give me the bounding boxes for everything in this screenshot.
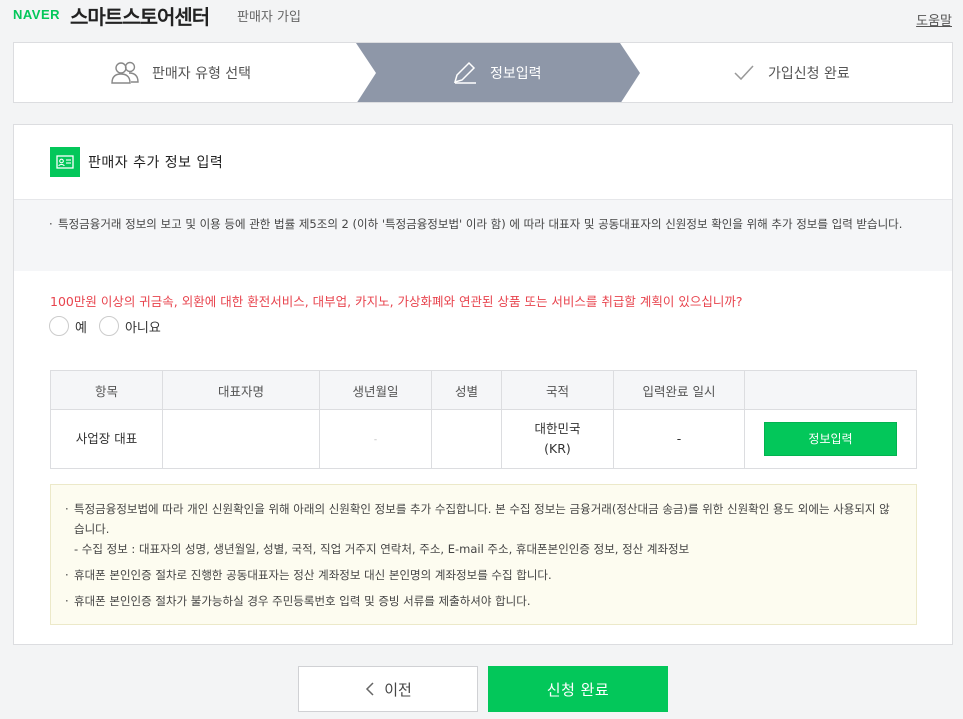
step-info-input: 정보입력 [452, 43, 542, 102]
column-header: 입력완료 일시 [613, 370, 745, 410]
pencil-icon [453, 61, 476, 84]
nationality-name: 대한민국 [534, 421, 581, 436]
brand-title[interactable]: 스마트스토어센터 [70, 1, 210, 30]
risk-question: 100만원 이상의 귀금속, 외환에 대한 환전서비스, 대부업, 카지노, 가… [50, 294, 743, 309]
cell-nationality: 대한민국 (KR) [501, 409, 614, 469]
notice-item: · 휴대폰 본인인증 절차로 진행한 공동대표자는 정산 계좌정보 대신 본인명… [65, 565, 900, 585]
column-header [744, 370, 917, 410]
cell-action: 정보입력 [744, 409, 917, 469]
id-card-icon [50, 147, 80, 177]
radio-circle[interactable] [49, 316, 69, 336]
step-seller-type: 판매자 유형 선택 [110, 43, 251, 102]
help-link[interactable]: 도움말 [916, 10, 952, 29]
cell-item: 사업장 대표 [50, 409, 163, 469]
additional-info-card: 판매자 추가 정보 입력 · 특정금융거래 정보의 보고 및 이용 등에 관한 … [13, 124, 953, 645]
notice-item: · 휴대폰 본인인증 절차가 불가능하실 경우 주민등록번호 입력 및 증빙 서… [65, 591, 900, 611]
naver-logo[interactable]: NAVER [13, 7, 60, 22]
column-header: 항목 [50, 370, 163, 410]
cell-birth: - [319, 409, 432, 469]
prev-label: 이전 [384, 680, 412, 699]
step-label: 판매자 유형 선택 [152, 65, 252, 82]
section-title: 판매자 추가 정보 입력 [88, 155, 224, 171]
legal-notice: · 특정금융거래 정보의 보고 및 이용 등에 관한 법률 제5조의 2 (이하… [14, 199, 952, 271]
table-header-row: 항목 대표자명 생년월일 성별 국적 입력완료 일시 [50, 370, 917, 410]
prev-button[interactable]: 이전 [298, 666, 478, 712]
representative-table: 항목 대표자명 생년월일 성별 국적 입력완료 일시 사업장 대표 - 대한민국… [50, 370, 917, 469]
legal-notice-text: 특정금융거래 정보의 보고 및 이용 등에 관한 법률 제5조의 2 (이하 '… [58, 217, 903, 231]
collection-notice-box: · 특정금융정보법에 따라 개인 신원확인을 위해 아래의 신원확인 정보를 추… [50, 484, 917, 625]
radio-circle[interactable] [98, 316, 119, 336]
header: NAVER 스마트스토어센터 판매자 가입 도움말 [0, 0, 963, 40]
section-header: 판매자 추가 정보 입력 [50, 147, 223, 177]
step-complete: 가입신청 완료 [732, 43, 850, 102]
cell-gender [431, 409, 502, 469]
users-icon [111, 61, 139, 84]
submit-label: 신청 완료 [546, 680, 610, 699]
notice-subtext: - 수집 정보 : 대표자의 성명, 생년월일, 성별, 국적, 직업 거주지 … [74, 542, 690, 556]
notice-text: 휴대폰 본인인증 절차가 불가능하실 경우 주민등록번호 입력 및 증빙 서류를… [74, 594, 531, 608]
chevron-left-icon [366, 682, 374, 696]
radio-yes[interactable]: 예 [49, 316, 87, 336]
radio-label: 예 [75, 320, 87, 336]
column-header: 대표자명 [162, 370, 320, 410]
notice-item: · 특정금융정보법에 따라 개인 신원확인을 위해 아래의 신원확인 정보를 추… [65, 499, 900, 559]
cell-name [162, 409, 320, 469]
submit-button[interactable]: 신청 완료 [488, 666, 668, 712]
notice-text: 휴대폰 본인인증 절차로 진행한 공동대표자는 정산 계좌정보 대신 본인명의 … [74, 568, 552, 582]
step-label: 정보입력 [490, 65, 542, 82]
table-row: 사업장 대표 - 대한민국 (KR) - 정보입력 [50, 409, 917, 469]
page-subtitle: 판매자 가입 [237, 10, 301, 25]
column-header: 국적 [501, 370, 614, 410]
risk-answer-group: 예 아니요 [49, 316, 173, 336]
cell-completed-at: - [613, 409, 745, 469]
nationality-code: (KR) [544, 441, 571, 456]
progress-steps: 판매자 유형 선택 정보입력 가입신청 완료 [13, 42, 953, 103]
check-icon [734, 64, 754, 80]
radio-no[interactable]: 아니요 [98, 316, 161, 336]
column-header: 생년월일 [319, 370, 432, 410]
radio-label: 아니요 [124, 320, 161, 336]
enter-info-button[interactable]: 정보입력 [764, 422, 897, 456]
step-label: 가입신청 완료 [768, 65, 850, 82]
notice-text: 특정금융정보법에 따라 개인 신원확인을 위해 아래의 신원확인 정보를 추가 … [74, 502, 890, 536]
birth-value: - [373, 435, 378, 445]
column-header: 성별 [431, 370, 502, 410]
